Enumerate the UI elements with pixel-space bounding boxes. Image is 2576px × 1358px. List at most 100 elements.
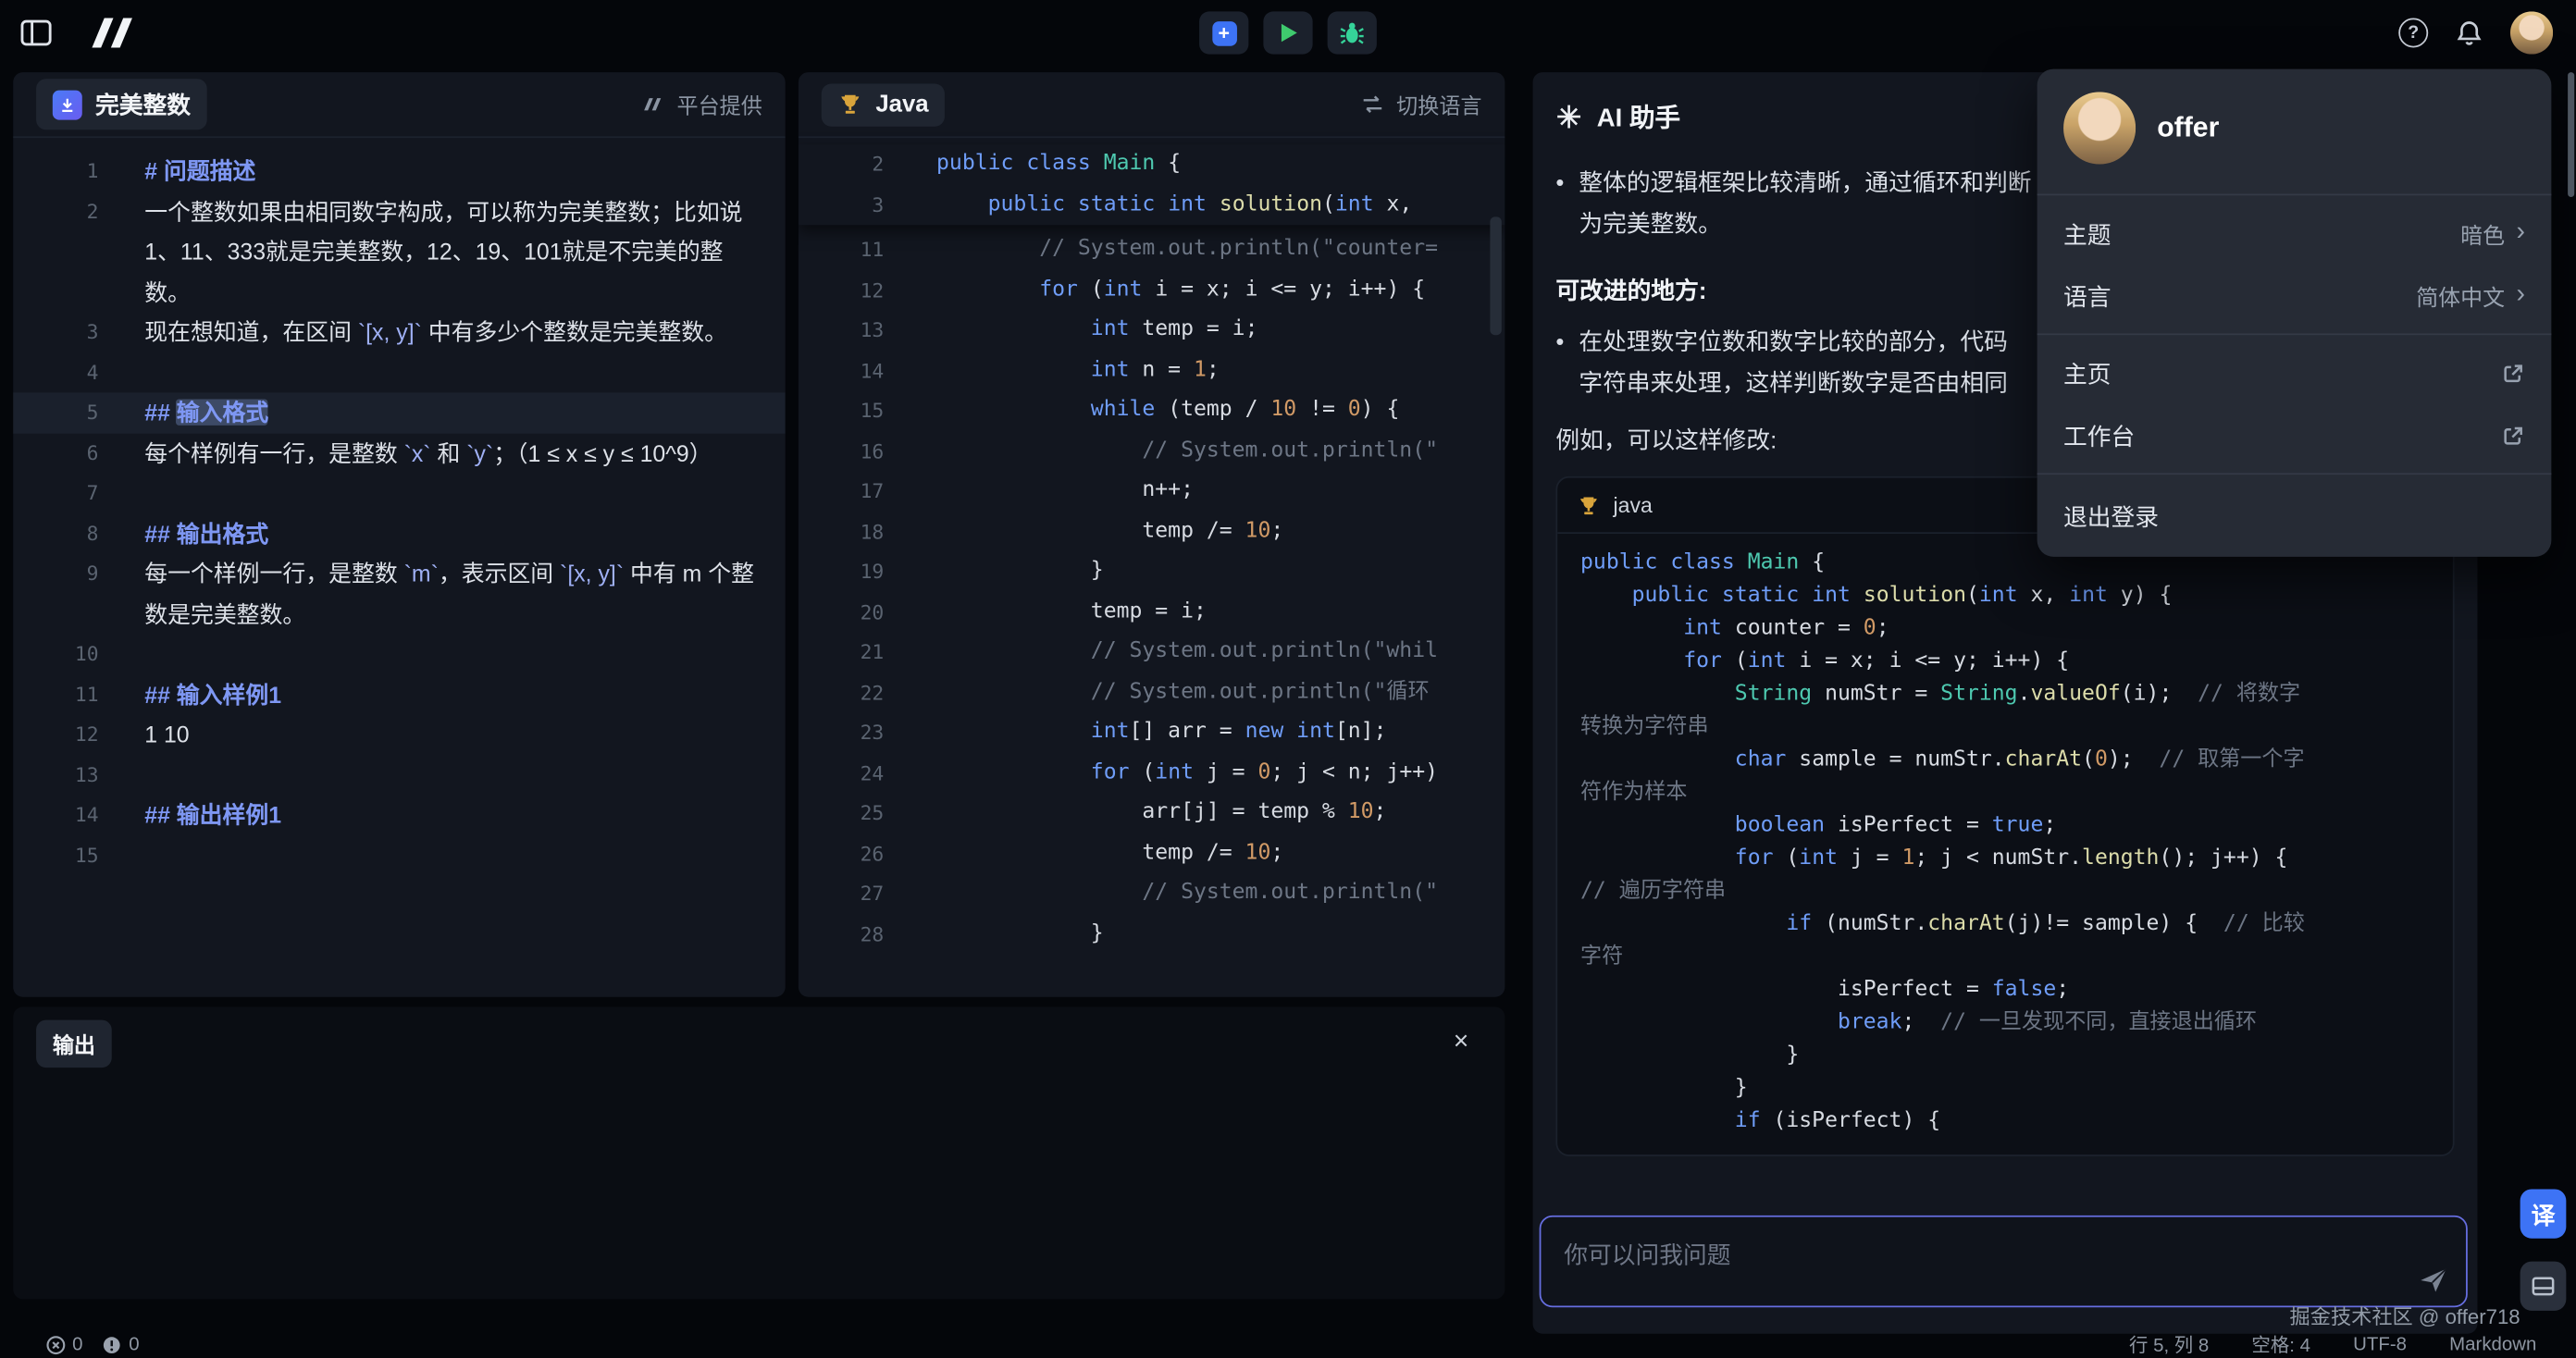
translate-button[interactable]: 译 <box>2520 1189 2567 1238</box>
cursor-position[interactable]: 行 5, 列 8 <box>2129 1332 2209 1358</box>
notifications-button[interactable] <box>2455 19 2484 48</box>
statusbar-problems[interactable]: 0 0 <box>46 1335 140 1354</box>
problem-line[interactable]: 3现在想知道，在区间 `[x, y]` 中有多少个整数是完美整数。 <box>13 312 785 352</box>
editor-line[interactable]: 27 // System.out.println(" <box>799 874 1505 915</box>
token: 1 10 <box>144 721 189 747</box>
debug-button[interactable] <box>1328 11 1377 54</box>
token: j = <box>1194 759 1257 784</box>
encoding-setting[interactable]: UTF-8 <box>2353 1335 2407 1354</box>
problem-title-chip[interactable]: 完美整数 <box>36 79 207 130</box>
user-avatar-button[interactable] <box>2510 11 2553 54</box>
problem-line[interactable]: 6每个样例有一行，是整数 `x` 和 `y`；（1 ≤ x ≤ y ≤ 10^9… <box>13 433 785 474</box>
editor-line[interactable]: 25 arr[j] = temp % 10; <box>799 794 1505 834</box>
menu-item-logout[interactable]: 退出登录 <box>2037 481 2552 550</box>
token <box>1155 191 1168 216</box>
line-content: temp /= 10; <box>897 833 1505 874</box>
close-output-button[interactable]: × <box>1454 1028 1482 1057</box>
token: int <box>1296 720 1335 745</box>
editor-line[interactable]: 14 int n = 1; <box>799 351 1505 391</box>
help-button[interactable]: ? <box>2398 19 2428 48</box>
ai-code-line: for (int j = 1; j < numStr.length(); j++… <box>1580 843 2322 908</box>
ai-chat-input[interactable]: 你可以问我问题 <box>1540 1216 2468 1307</box>
indent-setting[interactable]: 空格: 4 <box>2251 1332 2310 1358</box>
editor-line[interactable]: 28 } <box>799 914 1505 955</box>
problem-line[interactable]: 5## 输入格式 <box>13 392 785 432</box>
menu-item-value: 暗色 › <box>2460 216 2525 250</box>
menu-item-language[interactable]: 语言 简体中文 › <box>2037 265 2552 327</box>
token: # 问题描述 <box>144 157 255 183</box>
dock-panel-button[interactable] <box>2520 1262 2567 1311</box>
token <box>936 759 1091 784</box>
token: ## 输入样例1 <box>144 681 281 707</box>
editor-sticky-line[interactable]: 2public class Main { <box>799 144 1505 185</box>
ai-title: AI 助手 <box>1597 99 1680 135</box>
problem-line[interactable]: 8## 输出格式 <box>13 513 785 554</box>
send-button[interactable] <box>2417 1263 2450 1296</box>
token: ## 输出格式 <box>144 520 268 546</box>
editor-line[interactable]: 22 // System.out.println("循环 <box>799 673 1505 713</box>
editor-line[interactable]: 20 temp = i; <box>799 592 1505 633</box>
problem-line[interactable]: 14## 输出样例1 <box>13 795 785 835</box>
menu-item-workspace[interactable]: 工作台 <box>2037 404 2552 466</box>
problem-line[interactable]: 7 <box>13 473 785 513</box>
editor-line[interactable]: 24 for (int j = 0; j < n; j++) <box>799 753 1505 794</box>
problem-line[interactable]: 11## 输入样例1 <box>13 674 785 714</box>
problem-line[interactable]: 2一个整数如果由相同数字构成，可以称为完美整数；比如说1、11、333就是完美整… <box>13 191 785 312</box>
java-trophy-icon <box>838 92 863 117</box>
ai-sparkle-icon <box>1555 104 1581 130</box>
editor-line[interactable]: 17 n++; <box>799 472 1505 512</box>
token: char <box>1735 747 1787 772</box>
line-content: break; // 一旦发现不同，直接退出循环 <box>1580 1006 2257 1040</box>
bug-icon <box>1339 19 1365 45</box>
menu-item-theme[interactable]: 主题 暗色 › <box>2037 202 2552 264</box>
line-number: 7 <box>13 473 112 513</box>
editor-line[interactable]: 16 // System.out.println(" <box>799 431 1505 472</box>
editor-line[interactable]: 26 temp /= 10; <box>799 833 1505 874</box>
sidebar-toggle-button[interactable] <box>19 19 53 48</box>
token: // System.out.println(" <box>936 881 1438 906</box>
app-logo[interactable] <box>82 13 144 53</box>
sidebar-toggle-icon <box>19 19 53 48</box>
editor-line[interactable]: 18 temp /= 10; <box>799 512 1505 552</box>
line-number: 27 <box>799 874 898 915</box>
editor-line[interactable]: 19 } <box>799 552 1505 593</box>
editor-sticky-line[interactable]: 3 public static int solution(int x, <box>799 185 1505 225</box>
problem-panel: 完美整数 平台提供 1# 问题描述2一个整数如果由相同数字构成，可以称为完美整数… <box>13 72 785 997</box>
language-mode[interactable]: Markdown <box>2449 1335 2536 1354</box>
editor-line[interactable]: 21 // System.out.println("whil <box>799 633 1505 673</box>
problem-line[interactable]: 4 <box>13 352 785 393</box>
token: ( <box>1129 759 1155 784</box>
line-number: 17 <box>799 472 898 512</box>
problem-line[interactable]: 15 <box>13 835 785 876</box>
ai-code-block: java public class Main { public static i… <box>1555 476 2454 1156</box>
editor-line[interactable]: 11 // System.out.println("counter= <box>799 230 1505 270</box>
menu-item-home[interactable]: 主页 <box>2037 341 2552 403</box>
token: static <box>1078 191 1155 216</box>
editor-line[interactable]: 12 for (int i = x; i <= y; i++) { <box>799 270 1505 311</box>
insert-snippet-button[interactable]: + <box>1199 11 1248 54</box>
run-button[interactable] <box>1263 11 1312 54</box>
problem-line[interactable]: 10 <box>13 634 785 674</box>
problem-line[interactable]: 13 <box>13 755 785 796</box>
line-content: for (int j = 1; j < numStr.length(); j++… <box>1580 843 2322 908</box>
editor-line[interactable]: 23 int[] arr = new int[n]; <box>799 713 1505 753</box>
switch-language-button[interactable]: 切换语言 <box>1360 89 1481 120</box>
line-number: 24 <box>799 753 898 794</box>
line-content: ## 输出格式 <box>112 513 786 554</box>
editor-line[interactable]: 13 int temp = i; <box>799 311 1505 352</box>
editor-header: Java 切换语言 <box>799 72 1505 138</box>
problem-line[interactable]: 121 10 <box>13 714 785 755</box>
editor-scrollbar[interactable] <box>1490 216 1501 335</box>
token: if <box>1786 911 1812 936</box>
token: static <box>1722 583 1799 608</box>
token: ); <box>2108 747 2160 772</box>
topbar-left <box>19 0 144 66</box>
token: 1 <box>1194 357 1207 382</box>
problem-line[interactable]: 9每一个样例一行，是整数 `m`，表示区间 `[x, y]` 中有 m 个整数是… <box>13 553 785 634</box>
problem-line[interactable]: 1# 问题描述 <box>13 151 785 191</box>
editor-line[interactable]: 15 while (temp / 10 != 0) { <box>799 391 1505 431</box>
token: int <box>1155 759 1194 784</box>
page-scrollbar[interactable] <box>2568 72 2574 197</box>
token: int <box>1799 846 1838 870</box>
token: ( <box>1722 648 1748 673</box>
